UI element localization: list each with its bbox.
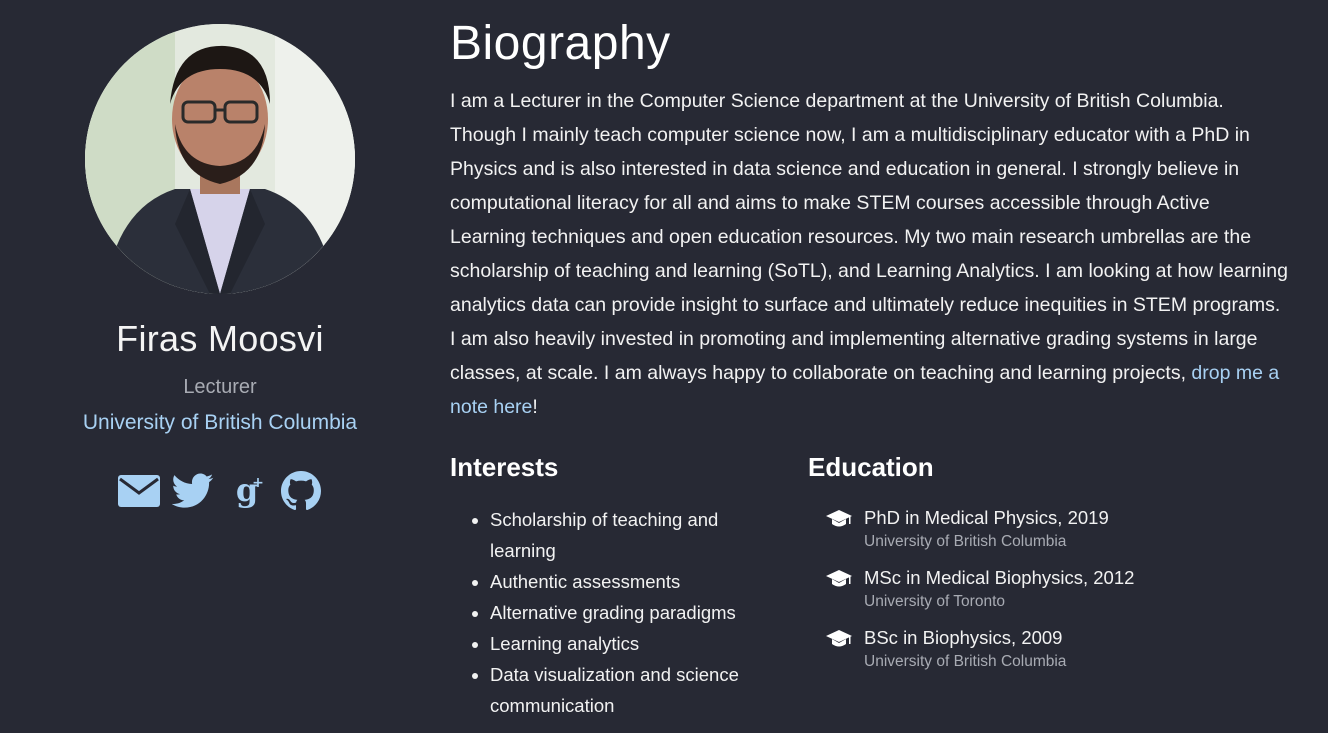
education-item: PhD in Medical Physics, 2019 University … (808, 506, 1268, 554)
interest-item: Scholarship of teaching and learning (490, 504, 780, 566)
education-item: BSc in Biophysics, 2009 University of Br… (808, 626, 1268, 674)
education-item: MSc in Medical Biophysics, 2012 Universi… (808, 566, 1268, 614)
avatar (85, 24, 355, 294)
interests-title: Interests (450, 452, 559, 482)
envelope-icon[interactable] (117, 469, 161, 513)
interest-item: Data visualization and science communica… (490, 659, 780, 721)
graduation-cap-icon (826, 566, 854, 614)
twitter-icon[interactable] (171, 469, 215, 513)
svg-text:+: + (252, 475, 263, 491)
biography-title: Biography (450, 17, 671, 70)
interests-list: Scholarship of teaching and learning Aut… (450, 504, 780, 721)
biography-section: Biography I am a Lecturer in the Compute… (450, 14, 1290, 424)
profile-role: Lecturer (183, 376, 257, 398)
education-degree: PhD in Medical Physics, 2019 (864, 507, 1109, 528)
profile-sidebar: Firas Moosvi Lecturer University of Brit… (40, 24, 400, 513)
profile-name: Firas Moosvi (116, 318, 324, 359)
profile-organization-link[interactable]: University of British Columbia (83, 411, 357, 435)
education-degree: BSc in Biophysics, 2009 (864, 627, 1063, 648)
education-institution: University of British Columbia (864, 533, 1067, 550)
education-degree: MSc in Medical Biophysics, 2012 (864, 567, 1135, 588)
interest-item: Alternative grading paradigms (490, 597, 780, 628)
education-list: PhD in Medical Physics, 2019 University … (808, 506, 1268, 674)
interest-item: Learning analytics (490, 628, 780, 659)
biography-body: I am a Lecturer in the Computer Science … (450, 90, 1288, 384)
biography-trailing: ! (532, 396, 538, 418)
graduation-cap-icon (826, 506, 854, 554)
interest-item: Authentic assessments (490, 566, 780, 597)
biography-text: I am a Lecturer in the Computer Science … (450, 84, 1290, 424)
education-title: Education (808, 452, 934, 482)
education-section: Education PhD in Medical Physics, 2019 U… (808, 450, 1268, 686)
graduation-cap-icon (826, 626, 854, 674)
education-institution: University of British Columbia (864, 653, 1067, 670)
education-institution: University of Toronto (864, 593, 1005, 610)
social-links: g + (40, 469, 400, 513)
interests-section: Interests Scholarship of teaching and le… (450, 450, 780, 721)
github-icon[interactable] (279, 469, 323, 513)
google-scholar-icon[interactable]: g + (225, 469, 269, 513)
